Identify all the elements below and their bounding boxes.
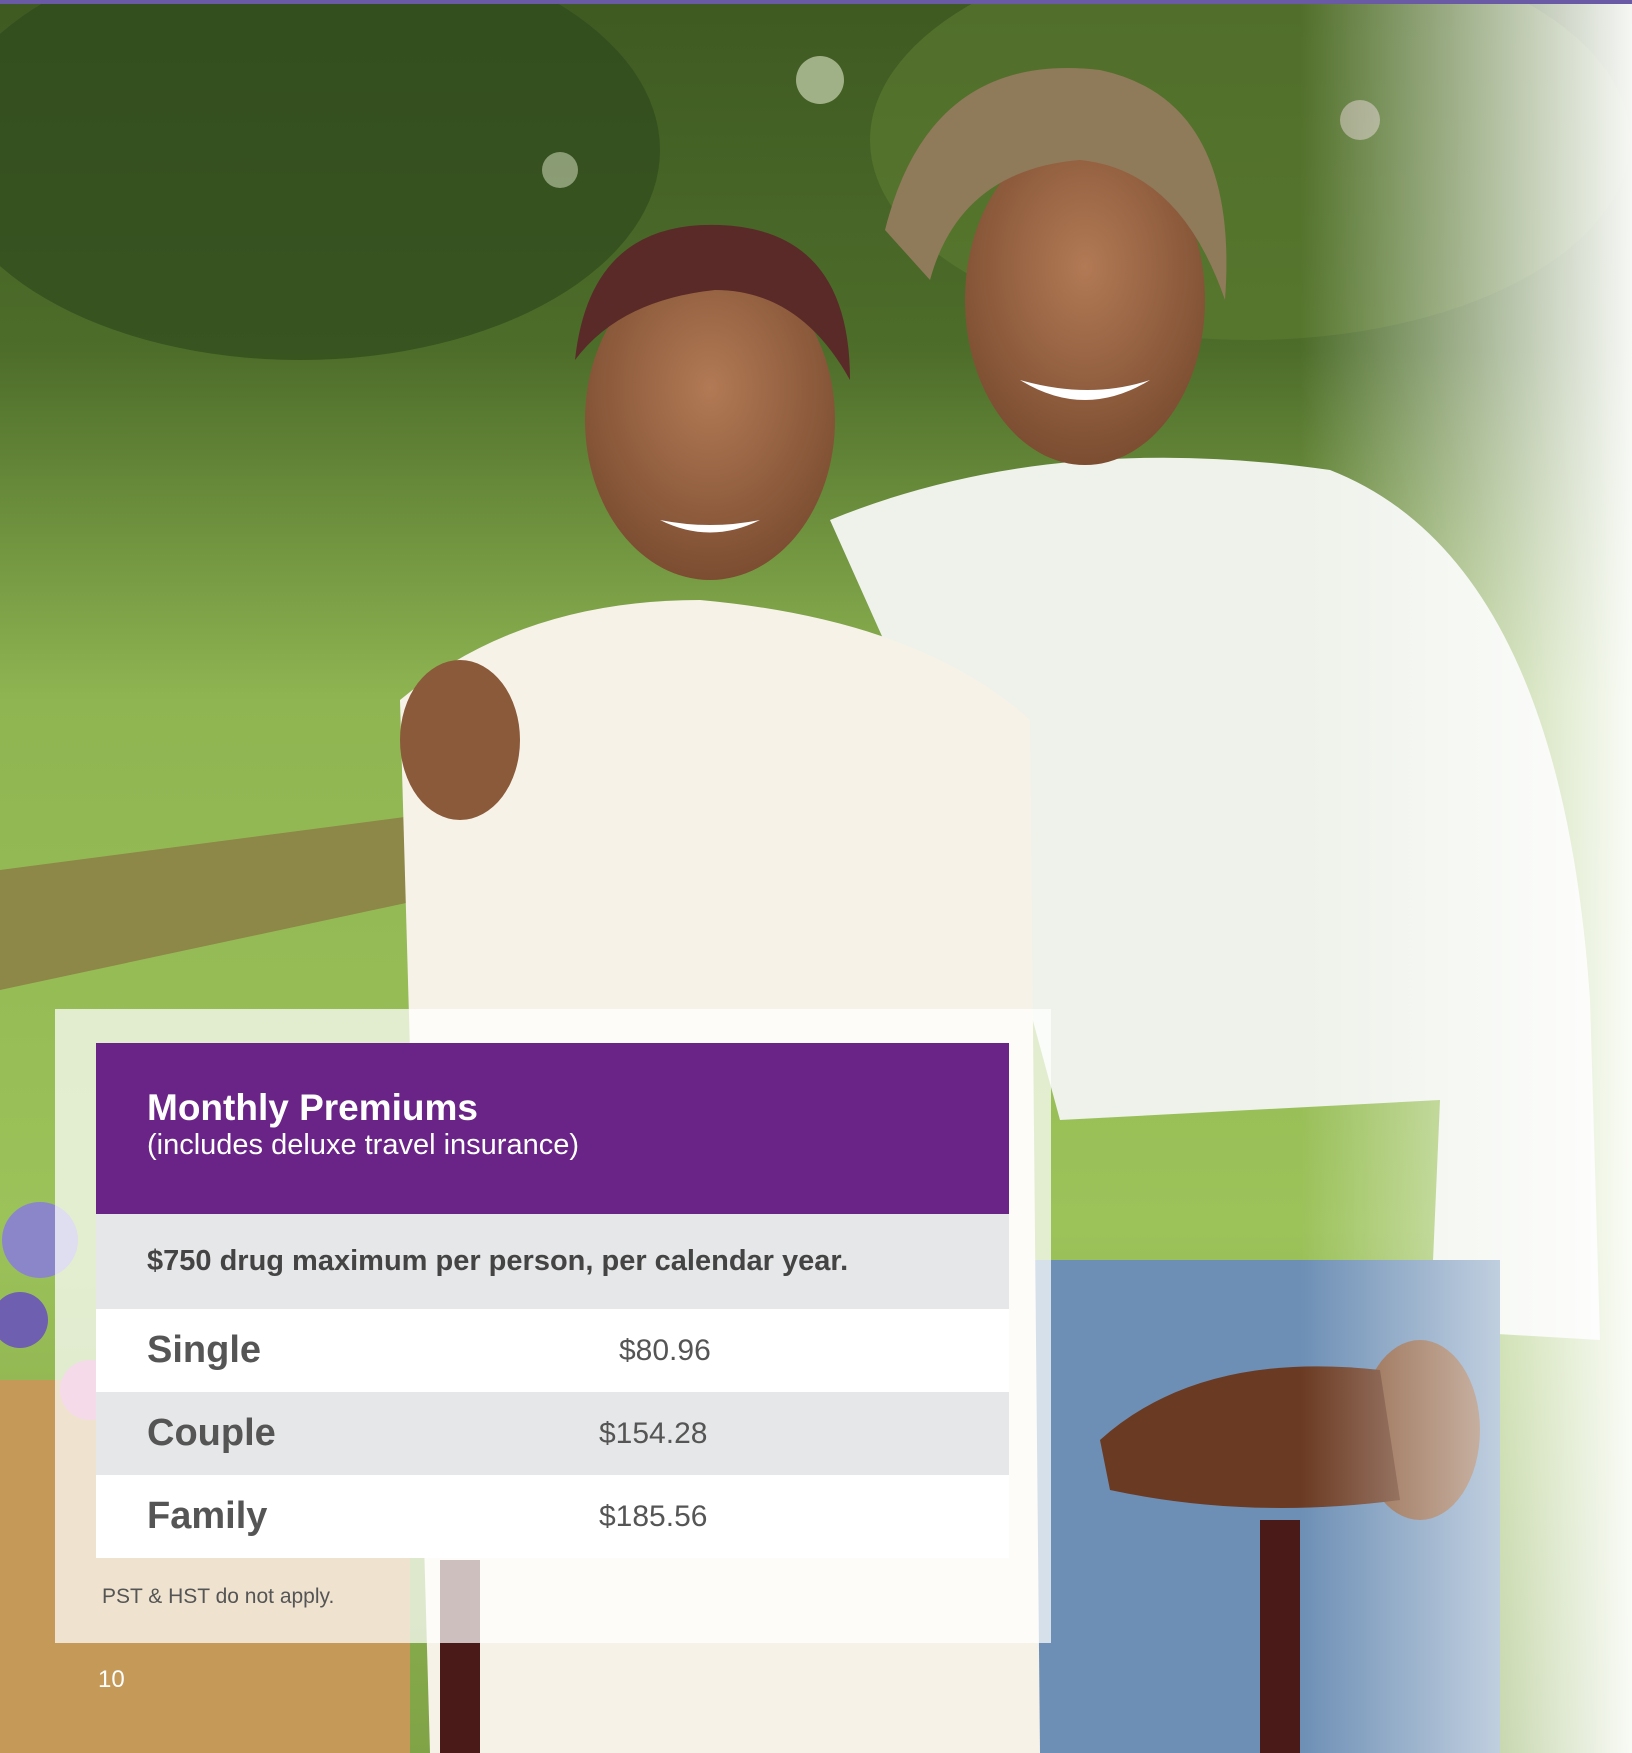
row-label: Family <box>147 1495 268 1537</box>
premium-row-family: Family $185.56 <box>96 1475 1009 1558</box>
drug-maximum-note: $750 drug maximum per person, per calend… <box>96 1214 1009 1309</box>
card-subtitle: (includes deluxe travel insurance) <box>147 1129 579 1161</box>
tax-footnote: PST & HST do not apply. <box>102 1585 335 1608</box>
row-label: Single <box>147 1329 262 1371</box>
top-accent-line <box>0 0 1632 4</box>
premium-row-single: Single $80.96 <box>96 1309 1009 1392</box>
premium-row-couple: Couple $154.28 <box>96 1392 1009 1475</box>
page-number: 10 <box>98 1666 125 1693</box>
card-title: Monthly Premiums <box>147 1087 478 1128</box>
row-label: Couple <box>147 1412 276 1454</box>
row-value: $80.96 <box>619 1333 711 1367</box>
row-value: $154.28 <box>599 1416 708 1450</box>
card-header: Monthly Premiums (includes deluxe travel… <box>96 1043 1009 1214</box>
row-value: $185.56 <box>599 1499 708 1533</box>
premiums-card: Monthly Premiums (includes deluxe travel… <box>96 1043 1009 1558</box>
